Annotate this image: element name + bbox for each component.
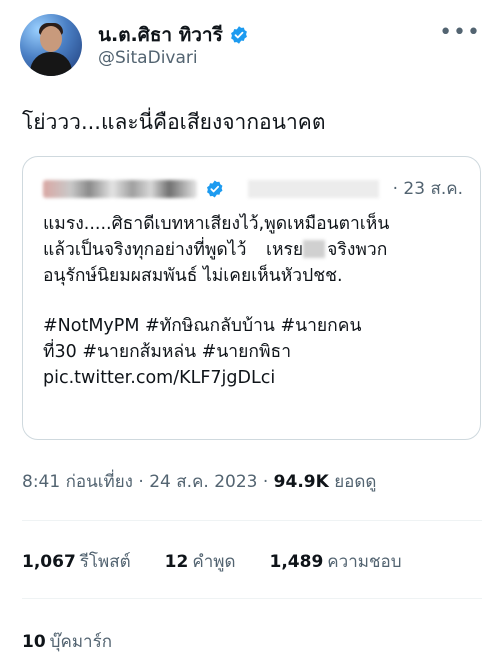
verified-badge-icon — [206, 179, 223, 198]
divider — [22, 520, 482, 521]
blurred-quoted-author-name — [43, 179, 197, 198]
view-count: 94.9K — [273, 472, 329, 492]
quoted-media-link[interactable]: pic.twitter.com/KLF7jgDLci — [43, 365, 475, 391]
quoted-line-2: แล้วเป็นจริงทุกอย่างที่พูดไว้ เหรย จริงพว… — [43, 237, 475, 263]
author-avatar[interactable] — [20, 14, 82, 76]
bookmarks-stat[interactable]: 10 บุ๊คมาร์ก — [22, 628, 112, 655]
avatar-face — [40, 26, 62, 52]
blurred-quoted-handle — [248, 179, 379, 198]
quoted-tweet-body: แมรง.....ศิธาดีเบทหาเสียงไว้,พูดเหมือนตา… — [43, 211, 475, 391]
quotes-stat[interactable]: 12 คำพูด — [165, 548, 236, 575]
quoted-line-2-start: แล้วเป็นจริงทุกอย่างที่พูดไว้ — [43, 240, 247, 260]
quoted-tweet-header: · 23 ส.ค. — [43, 175, 463, 202]
tweet-metadata: 8:41 ก่อนเที่ยง · 24 ส.ค. 2023 · 94.9K ย… — [22, 468, 376, 495]
author-display-name[interactable]: น.ต.ศิธา ทิวารี — [98, 20, 223, 50]
more-options-icon[interactable]: ••• — [439, 22, 481, 44]
engagement-stats: 1,067 รีโพสต์ 12 คำพูด 1,489 ความชอบ — [22, 548, 402, 575]
quoted-hashtags-line-2[interactable]: ที่30 #นายกส้มหล่น #นายกพิธา — [43, 339, 475, 365]
quoted-partial-word: เหรย — [266, 240, 304, 260]
quoted-tweet-card[interactable]: · 23 ส.ค. แมรง.....ศิธาดีเบทหาเสียงไว้,พ… — [22, 156, 481, 440]
quoted-tweet-date: · 23 ส.ค. — [392, 179, 464, 199]
tweet-text: โย่ววว...และนี่คือเสียงจากอนาคต — [22, 110, 326, 134]
verified-badge-icon — [230, 26, 247, 44]
divider — [22, 598, 482, 599]
quoted-hashtags-line-1[interactable]: #NotMyPM #ทักษิณกลับบ้าน #นายกคน — [43, 313, 475, 339]
author-name-row: น.ต.ศิธา ทิวารี — [98, 20, 249, 50]
retweets-stat[interactable]: 1,067 รีโพสต์ — [22, 548, 131, 575]
quoted-line-2-end: จริงพวก — [327, 240, 388, 260]
quoted-line-1: แมรง.....ศิธาดีเบทหาเสียงไว้,พูดเหมือนตา… — [43, 214, 390, 234]
avatar-body — [30, 52, 72, 76]
blurred-word — [303, 240, 326, 258]
likes-stat[interactable]: 1,489 ความชอบ — [270, 548, 402, 575]
view-count-label: ยอดดู — [334, 472, 377, 492]
tweet-timestamp[interactable]: 8:41 ก่อนเที่ยง · 24 ส.ค. 2023 · — [22, 472, 274, 492]
author-handle[interactable]: @SitaDivari — [98, 48, 198, 68]
quoted-line-3: อนุรักษ์นิยมผสมพันธ์ ไม่เคยเห็นหัวปชช. — [43, 266, 343, 286]
